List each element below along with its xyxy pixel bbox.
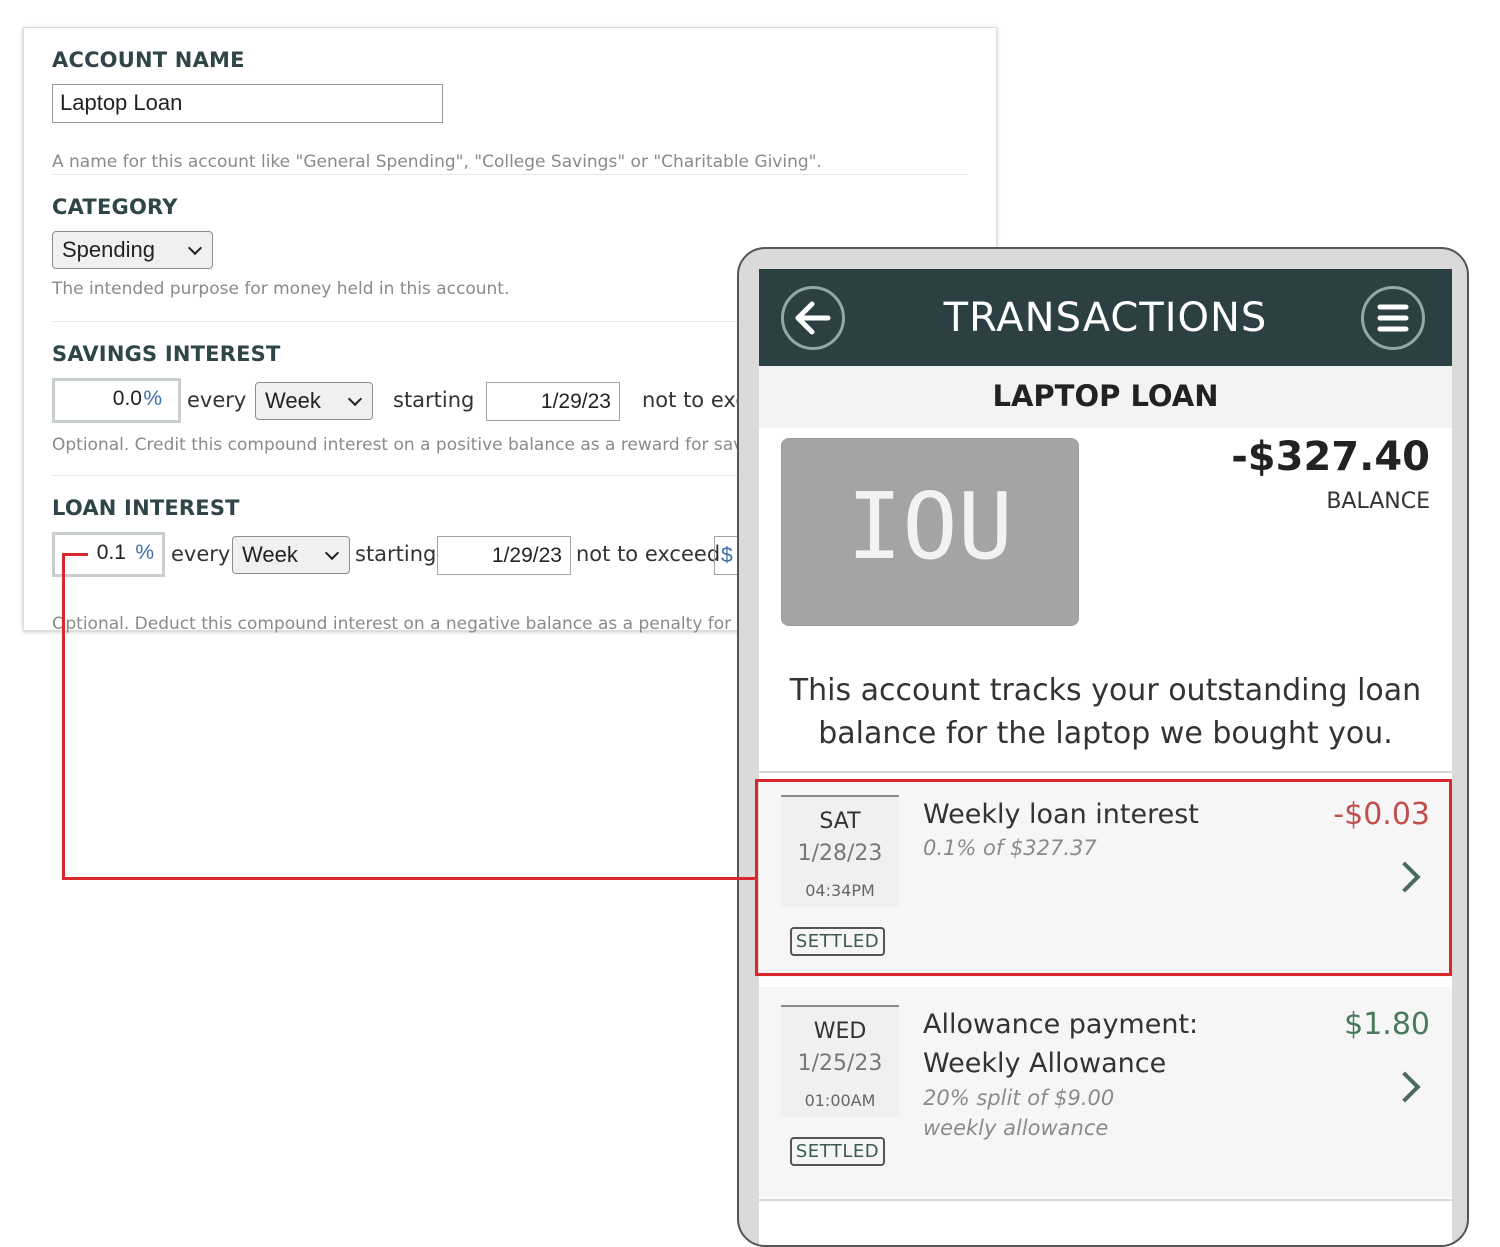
account-name-input[interactable]: Laptop Loan (52, 84, 443, 123)
transactions-screen: TRANSACTIONS LAPTOP LOAN IOU -$327.40 BA… (759, 269, 1452, 1245)
savings-interest-help: Optional. Credit this compound interest … (52, 435, 744, 455)
loan-rate-value: 0.1 (96, 541, 126, 564)
chevron-down-icon (187, 240, 203, 256)
annotation-connector (62, 553, 65, 880)
account-description: This account tracks your outstanding loa… (789, 673, 1422, 751)
not-to-exceed-label: not to exc (642, 388, 747, 412)
transaction-date: 1/25/23 (797, 1051, 883, 1076)
annotation-connector (62, 877, 757, 880)
app-bar: TRANSACTIONS (759, 269, 1452, 366)
loan-period-select[interactable]: Week (232, 536, 350, 574)
transaction-row[interactable]: WED 1/25/23 01:00AM SETTLED Allowance pa… (759, 987, 1452, 1197)
savings-rate-input[interactable]: 0.0 % (52, 378, 181, 423)
starting-label: starting (355, 542, 437, 566)
percent-sign: % (143, 387, 162, 410)
chevron-right-icon[interactable] (1389, 1071, 1421, 1103)
account-card-image: IOU (781, 438, 1079, 626)
chevron-down-icon (347, 391, 363, 407)
every-label: every (187, 388, 247, 412)
balance-label: BALANCE (1326, 489, 1430, 514)
account-name-help: A name for this account like "General Sp… (52, 152, 822, 172)
phone-frame: TRANSACTIONS LAPTOP LOAN IOU -$327.40 BA… (737, 247, 1469, 1247)
menu-icon (1377, 304, 1409, 332)
transaction-amount: $1.80 (1344, 1007, 1430, 1042)
savings-rate-value: 0.0 (112, 387, 142, 410)
every-label: every (171, 542, 231, 566)
percent-sign: % (135, 541, 154, 564)
loan-interest-help: Optional. Deduct this compound interest … (52, 614, 748, 634)
category-help: The intended purpose for money held in t… (52, 279, 510, 299)
category-title: CATEGORY (52, 195, 178, 219)
loan-period-value: Week (242, 542, 298, 567)
page-title: TRANSACTIONS (943, 295, 1268, 341)
not-to-exceed-label: not to exceed (576, 542, 721, 566)
menu-button[interactable] (1361, 286, 1425, 350)
account-title: LAPTOP LOAN (992, 379, 1219, 413)
dollar-sign: $ (721, 544, 733, 567)
divider (759, 1199, 1452, 1201)
savings-start-date-input[interactable]: 1/29/23 (486, 382, 620, 421)
transaction-date-box: WED 1/25/23 01:00AM (781, 1005, 899, 1117)
savings-period-select[interactable]: Week (255, 382, 373, 420)
account-name-section: ACCOUNT NAME Laptop Loan A name for this… (52, 48, 968, 178)
starting-label: starting (393, 388, 475, 412)
transaction-highlight-box (755, 779, 1452, 976)
status-badge: SETTLED (790, 1137, 885, 1166)
account-header: LAPTOP LOAN (759, 366, 1452, 428)
category-select[interactable]: Spending (52, 231, 213, 269)
loan-start-date-input[interactable]: 1/29/23 (437, 536, 571, 575)
divider (759, 771, 1452, 773)
chevron-down-icon (324, 545, 340, 561)
category-select-value: Spending (62, 237, 155, 262)
balance-amount: -$327.40 (1231, 434, 1430, 480)
account-name-title: ACCOUNT NAME (52, 48, 245, 72)
card-label: IOU (846, 473, 1014, 580)
transaction-subtitle: 20% split of $9.00 weekly allowance (923, 1086, 1115, 1140)
savings-interest-title: SAVINGS INTEREST (52, 342, 281, 366)
transaction-time: 01:00AM (804, 1091, 876, 1110)
annotation-connector (62, 553, 88, 556)
transaction-title: Allowance payment: Weekly Allowance (923, 1009, 1199, 1079)
divider (52, 174, 968, 175)
transaction-weekday: WED (813, 1019, 867, 1044)
loan-interest-title: LOAN INTEREST (52, 496, 240, 520)
savings-period-value: Week (265, 388, 321, 413)
